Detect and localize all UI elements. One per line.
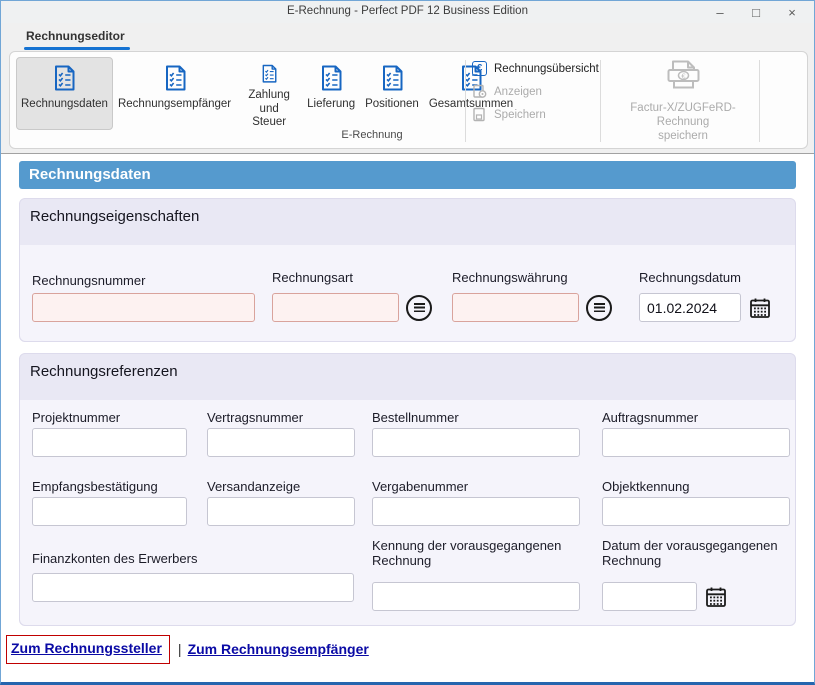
ribbon-button-positionen[interactable]: Positionen (360, 57, 424, 130)
facturx-save-button: € Factur-X/ZUGFeRD-Rechnung speichern (607, 58, 759, 143)
close-button[interactable]: × (774, 1, 810, 23)
auftragsnummer-input[interactable] (602, 428, 790, 457)
speichern-button: Speichern (472, 105, 598, 124)
field-label: Rechnungswährung (452, 270, 568, 285)
section-rechnungseigenschaften: Rechnungseigenschaften Rechnungsnummer R… (19, 198, 796, 342)
window-title: E-Rechnung - Perfect PDF 12 Business Edi… (1, 5, 814, 17)
ribbon-group-divider (600, 60, 601, 142)
rechnungsdatum-input[interactable] (639, 293, 741, 322)
datum-vorausgegangene-rechnung-calendar-button[interactable] (704, 585, 728, 609)
ribbon-group-container: Rechnungsdaten Rechnungsempfänger (9, 51, 808, 149)
title-bar: E-Rechnung - Perfect PDF 12 Business Edi… (1, 1, 814, 23)
side-button-label: Anzeigen (494, 86, 542, 98)
checklist-document-icon (316, 63, 346, 93)
field-label: Rechnungsnummer (32, 273, 145, 288)
rechnungswaehrung-input[interactable] (452, 293, 579, 322)
checklist-document-icon (254, 63, 284, 84)
datum-vorausgegangene-rechnung-input[interactable] (602, 582, 697, 611)
bestellnummer-input[interactable] (372, 428, 580, 457)
objektkennung-input[interactable] (602, 497, 790, 526)
window-controls: – □ × (702, 1, 810, 23)
ribbon-button-label: Rechnungsdaten (21, 98, 108, 111)
calendar-icon (704, 585, 728, 609)
checklist-document-icon (160, 63, 190, 93)
link-zum-rechnungsempfaenger[interactable]: Zum Rechnungsempfänger (188, 641, 369, 657)
rechnungsart-menu-button[interactable] (406, 295, 432, 321)
focus-rectangle: Zum Rechnungssteller (6, 635, 170, 664)
projektnummer-input[interactable] (32, 428, 187, 457)
ribbon-tabstrip: Rechnungseditor (1, 23, 814, 51)
field-label: Auftragsnummer (602, 410, 698, 425)
ribbon-group-divider (759, 60, 760, 142)
field-label: Empfangsbestätigung (32, 479, 158, 494)
rechnungswaehrung-menu-button[interactable] (586, 295, 612, 321)
rechnungsnummer-input[interactable] (32, 293, 255, 322)
ribbon-group-divider (465, 60, 466, 142)
link-zum-rechnungssteller[interactable]: Zum Rechnungssteller (11, 640, 162, 656)
active-tab-indicator (24, 47, 130, 50)
document-save-icon (472, 107, 487, 122)
facturx-label-line1: Factur-X/ZUGFeRD-Rechnung (607, 102, 759, 130)
field-label: Versandanzeige (207, 479, 300, 494)
checklist-document-icon (377, 63, 407, 93)
facturx-label-line2: speichern (607, 130, 759, 144)
menu-icon (414, 303, 425, 312)
app-window: E-Rechnung - Perfect PDF 12 Business Edi… (0, 0, 815, 685)
minimize-button[interactable]: – (702, 1, 738, 23)
rechnungsdatum-calendar-button[interactable] (748, 296, 772, 320)
facturx-invoice-icon: € (662, 58, 704, 94)
field-label: Vertragsnummer (207, 410, 303, 425)
side-button-label: Speichern (494, 109, 546, 121)
section-title: Rechnungsreferenzen (30, 363, 178, 380)
ribbon-big-buttons: Rechnungsdaten Rechnungsempfänger (16, 57, 518, 130)
anzeigen-button: Anzeigen (472, 82, 598, 101)
field-label: Finanzkonten des Erwerbers (32, 551, 197, 566)
tab-rechnungseditor[interactable]: Rechnungseditor (26, 29, 125, 43)
section-rechnungsreferenzen: Rechnungsreferenzen Projektnummer Vertra… (19, 353, 796, 626)
field-rechnungswaehrung: Rechnungswährung (452, 270, 568, 285)
vergabenummer-input[interactable] (372, 497, 580, 526)
link-separator: | (178, 641, 182, 657)
maximize-button[interactable]: □ (738, 1, 774, 23)
ribbon: Rechnungsdaten Rechnungsempfänger (1, 51, 814, 154)
menu-icon (594, 303, 605, 312)
field-label: Objektkennung (602, 479, 689, 494)
field-label: Rechnungsart (272, 270, 353, 285)
empfangsbestaetigung-input[interactable] (32, 497, 187, 526)
ribbon-button-zahlung-und-steuer[interactable]: Zahlung und Steuer (236, 57, 302, 130)
section-title: Rechnungseigenschaften (30, 208, 199, 225)
ribbon-button-label: Rechnungsempfänger (118, 98, 231, 111)
field-rechnungsnummer: Rechnungsnummer (32, 273, 145, 288)
footer-navigation: Zum Rechnungssteller | Zum Rechnungsempf… (6, 634, 369, 664)
field-label: Projektnummer (32, 410, 120, 425)
calendar-icon (748, 296, 772, 320)
ribbon-group-label: E-Rechnung (307, 129, 437, 141)
field-label: Kennung der vorausgegangenen Rechnung (372, 538, 584, 568)
ribbon-button-label: Positionen (365, 98, 419, 111)
rechnungsuebersicht-button[interactable]: € Rechnungsübersicht (472, 59, 598, 78)
main-content: Rechnungsdaten Rechnungseigenschaften Re… (1, 154, 814, 682)
field-label: Datum der vorausgegangenen Rechnung (602, 538, 794, 568)
document-preview-icon (472, 84, 487, 99)
finanzkonten-input[interactable] (32, 573, 354, 602)
side-button-label: Rechnungsübersicht (494, 63, 599, 75)
versandanzeige-input[interactable] (207, 497, 355, 526)
ribbon-button-label: Lieferung (307, 98, 355, 111)
field-label: Bestellnummer (372, 410, 459, 425)
page-title: Rechnungsdaten (19, 161, 796, 189)
field-label: Rechnungsdatum (639, 270, 741, 285)
ribbon-button-rechnungsempfaenger[interactable]: Rechnungsempfänger (113, 57, 236, 130)
vertragsnummer-input[interactable] (207, 428, 355, 457)
ribbon-side-buttons: € Rechnungsübersicht Anzeigen (472, 59, 598, 128)
checklist-document-icon (49, 63, 79, 93)
ribbon-button-lieferung[interactable]: Lieferung (302, 57, 360, 130)
euro-badge-icon: € (472, 61, 487, 76)
field-rechnungsart: Rechnungsart (272, 270, 353, 285)
rechnungsart-input[interactable] (272, 293, 399, 322)
kennung-vorausgegangene-rechnung-input[interactable] (372, 582, 580, 611)
ribbon-button-rechnungsdaten[interactable]: Rechnungsdaten (16, 57, 113, 130)
field-rechnungsdatum: Rechnungsdatum (639, 270, 741, 285)
ribbon-button-label: Zahlung und Steuer (241, 89, 297, 129)
field-label: Vergabenummer (372, 479, 468, 494)
